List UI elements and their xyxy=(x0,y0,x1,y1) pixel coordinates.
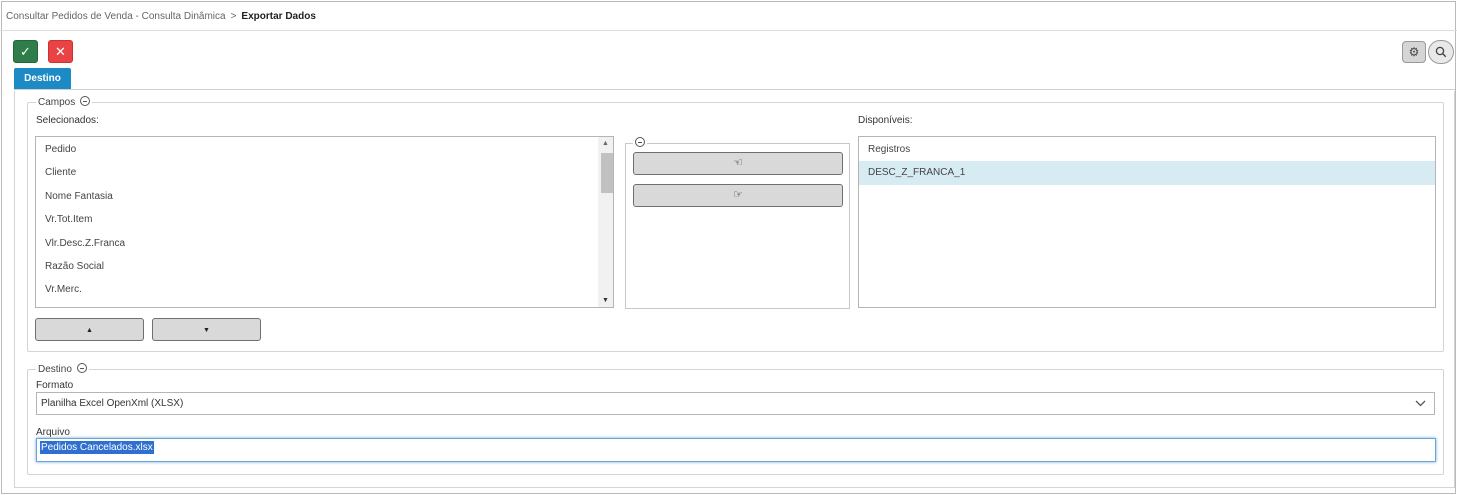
confirm-button[interactable]: ✓ xyxy=(13,40,38,63)
check-icon: ✓ xyxy=(20,44,31,59)
selected-label: Selecionados: xyxy=(36,115,99,126)
collapse-icon[interactable] xyxy=(80,96,91,106)
list-item[interactable]: Vr.Tot.Item xyxy=(36,208,613,231)
destino-legend-text: Destino xyxy=(38,364,72,375)
move-up-button[interactable]: ▲ xyxy=(35,318,144,341)
move-down-button[interactable]: ▼ xyxy=(152,318,261,341)
cancel-button[interactable]: ✕ xyxy=(48,40,73,63)
available-items-container: Registros DESC_Z_FRANCA_1 xyxy=(859,137,1435,185)
close-icon: ✕ xyxy=(55,44,66,59)
arrow-up-icon: ▲ xyxy=(86,327,93,334)
add-field-button[interactable]: ☜ xyxy=(633,152,843,175)
selected-fields-list[interactable]: Pedido Cliente Nome Fantasia Vr.Tot.Item Vlr… xyxy=(35,136,614,308)
transfer-collapse xyxy=(633,137,647,149)
breadcrumb-separator: > xyxy=(230,11,237,22)
list-item[interactable]: Razão Social xyxy=(36,255,613,278)
selected-items-container: Pedido Cliente Nome Fantasia Vr.Tot.Item Vlr… xyxy=(36,137,613,302)
file-label: Arquivo xyxy=(36,427,70,438)
list-item[interactable]: Cliente xyxy=(36,161,613,184)
chevron-down-icon xyxy=(1415,393,1426,421)
scroll-thumb[interactable] xyxy=(601,153,613,193)
available-label: Disponíveis: xyxy=(858,115,913,126)
collapse-icon[interactable] xyxy=(76,363,87,373)
destino-legend: Destino xyxy=(36,363,89,375)
file-name-value: Pedidos Cancelados.xlsx xyxy=(40,441,154,454)
breadcrumb: Consultar Pedidos de Venda - Consulta Di… xyxy=(0,0,1457,31)
search-button[interactable] xyxy=(1428,40,1454,64)
available-fields-list[interactable]: Registros DESC_Z_FRANCA_1 xyxy=(858,136,1436,308)
tab-underline xyxy=(14,89,1455,90)
format-select[interactable]: Planilha Excel OpenXml (XLSX) xyxy=(36,392,1435,415)
page-title: Exportar Dados xyxy=(241,11,316,22)
scrollbar[interactable]: ▲ ▼ xyxy=(598,137,613,307)
tab-destino[interactable]: Destino xyxy=(14,68,71,89)
format-label: Formato xyxy=(36,380,74,391)
list-item[interactable]: DESC_Z_FRANCA_1 xyxy=(859,161,1435,185)
breadcrumb-parent[interactable]: Consultar Pedidos de Venda - Consulta Di… xyxy=(6,11,226,22)
arrow-down-icon: ▼ xyxy=(203,327,210,334)
remove-field-button[interactable]: ☞ xyxy=(633,184,843,207)
file-name-input[interactable]: Pedidos Cancelados.xlsx xyxy=(36,438,1436,462)
list-item[interactable]: Nome Fantasia xyxy=(36,185,613,208)
campos-legend-text: Campos xyxy=(38,97,76,108)
campos-legend: Campos xyxy=(36,96,93,108)
list-item[interactable]: Vlr.Desc.Z.Franca xyxy=(36,232,613,255)
search-icon xyxy=(1435,46,1447,58)
collapse-icon[interactable] xyxy=(635,137,645,147)
list-item[interactable]: Pedido xyxy=(36,138,613,161)
list-item[interactable]: Vr.Merc. xyxy=(36,278,613,301)
scroll-up-arrow-icon[interactable]: ▲ xyxy=(598,137,613,150)
scroll-down-arrow-icon[interactable]: ▼ xyxy=(598,294,613,307)
format-select-value: Planilha Excel OpenXml (XLSX) xyxy=(41,398,184,409)
gear-icon: ⚙ xyxy=(1408,45,1420,59)
hand-right-icon: ☞ xyxy=(733,189,743,201)
settings-button[interactable]: ⚙ xyxy=(1402,41,1426,63)
hand-left-icon: ☜ xyxy=(733,157,743,169)
list-item[interactable]: Registros xyxy=(859,138,1435,161)
